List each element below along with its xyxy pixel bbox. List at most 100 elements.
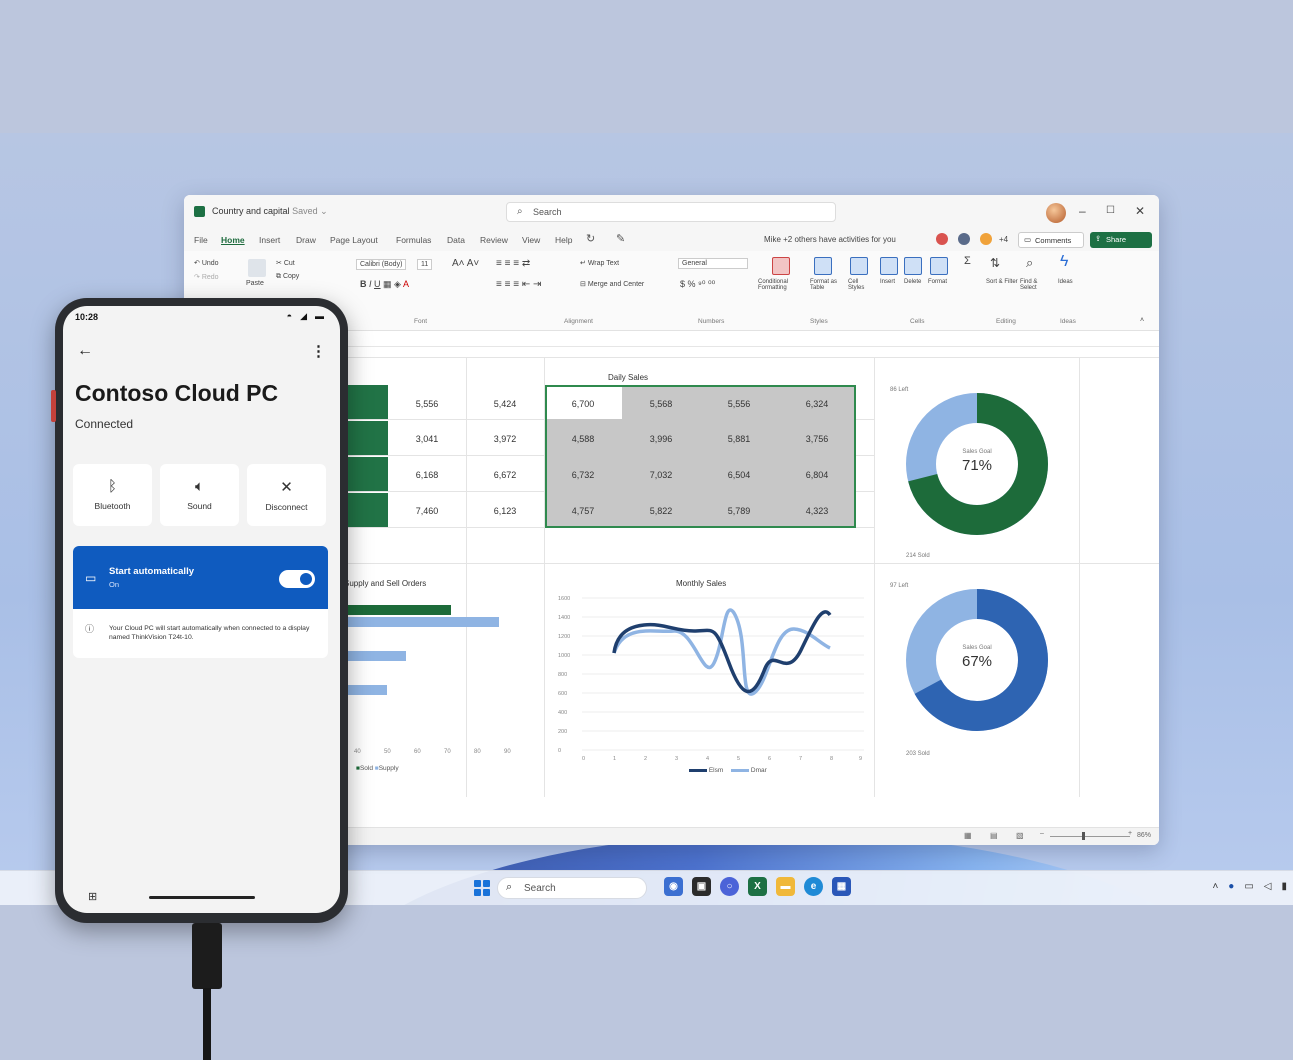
pen-icon[interactable]: ✎ <box>616 232 625 245</box>
number-format-icons[interactable]: $ % ⁹⁰ ⁰⁰ <box>680 279 715 290</box>
page-break-view-icon[interactable]: ▧ <box>1016 831 1024 840</box>
cell-value[interactable]: 4,757 <box>562 506 604 516</box>
merge-center-button[interactable]: ⊟ Merge and Center <box>580 280 644 288</box>
font-style-buttons[interactable]: B I U ▦ ◈ A <box>360 279 409 290</box>
font-size-select[interactable]: 11 <box>417 259 433 270</box>
share-button[interactable]: ⇪ Share <box>1090 232 1152 248</box>
search-box[interactable]: ⌕ Search <box>506 202 836 222</box>
cell-value[interactable]: 6,123 <box>484 506 526 516</box>
start-automatically-toggle[interactable] <box>279 570 315 588</box>
conditional-formatting-label[interactable]: Conditional Formatting <box>758 279 808 291</box>
cell-value[interactable]: 5,424 <box>484 399 526 409</box>
find-select-label[interactable]: Find & Select <box>1020 279 1052 291</box>
cell-styles-label[interactable]: Cell Styles <box>848 279 874 291</box>
sort-filter-label[interactable]: Sort & Filter <box>986 279 1018 285</box>
tab-draw[interactable]: Draw <box>296 235 316 245</box>
copy-button[interactable]: ⧉ Copy <box>276 273 299 281</box>
tab-formulas[interactable]: Formulas <box>396 235 431 245</box>
back-arrow-icon[interactable]: ← <box>77 342 93 360</box>
cell-value[interactable]: 3,041 <box>406 434 448 444</box>
excel-icon[interactable]: X <box>748 877 767 896</box>
ideas-icon[interactable]: ϟ <box>1060 253 1068 271</box>
autosum-icon[interactable]: Σ <box>964 255 971 267</box>
cell-value[interactable]: 6,732 <box>562 470 604 480</box>
normal-view-icon[interactable]: ▦ <box>964 831 972 840</box>
teams-icon[interactable]: ◉ <box>664 877 683 896</box>
ideas-label[interactable]: Ideas <box>1058 279 1073 285</box>
chat-icon[interactable]: ○ <box>720 877 739 896</box>
cell-value[interactable]: 5,568 <box>640 399 682 409</box>
comments-button[interactable]: ▭ Comments <box>1018 232 1084 248</box>
redo-icon[interactable]: ↻ <box>586 232 595 245</box>
tab-view[interactable]: View <box>522 235 540 245</box>
volume-icon[interactable]: ◁ <box>1264 881 1272 892</box>
apps-grid-icon[interactable]: ⊞ <box>88 890 97 903</box>
cell-value[interactable]: 4,588 <box>562 434 604 444</box>
chevron-up-icon[interactable]: ˄ <box>1212 881 1218 892</box>
cell-value[interactable]: 3,756 <box>796 434 838 444</box>
format-cells-icon[interactable] <box>930 257 948 275</box>
tab-review[interactable]: Review <box>480 235 508 245</box>
cell-value[interactable]: 5,881 <box>718 434 760 444</box>
cell-value[interactable]: 7,032 <box>640 470 682 480</box>
page-layout-view-icon[interactable]: ▤ <box>990 831 998 840</box>
highlighted-cell[interactable] <box>346 421 388 455</box>
cell-value[interactable]: 3,996 <box>640 434 682 444</box>
alignment-icons[interactable]: ≡ ≡ ≡ ⇄ <box>496 258 530 269</box>
document-title[interactable]: Country and capital Saved ⌄ <box>212 206 328 217</box>
delete-cells-icon[interactable] <box>904 257 922 275</box>
cell-value[interactable]: 6,168 <box>406 470 448 480</box>
conditional-formatting-icon[interactable] <box>772 257 790 275</box>
taskbar-search[interactable]: ⌕ Search <box>497 877 647 899</box>
cell-value[interactable]: 6,324 <box>796 399 838 409</box>
store-icon[interactable]: ▦ <box>832 877 851 896</box>
highlighted-cell[interactable] <box>346 385 388 419</box>
zoom-out-icon[interactable]: – <box>1040 830 1044 837</box>
format-as-table-label[interactable]: Format as Table <box>810 279 844 291</box>
tab-insert[interactable]: Insert <box>259 235 280 245</box>
disconnect-button[interactable]: ✕ Disconnect <box>247 464 326 526</box>
sort-filter-icon[interactable]: ⇅ <box>990 256 1000 270</box>
cell-value[interactable]: 6,504 <box>718 470 760 480</box>
collaborator-avatar[interactable] <box>936 233 948 245</box>
insert-cells-label[interactable]: Insert <box>880 279 895 285</box>
collaborator-avatar[interactable] <box>958 233 970 245</box>
delete-cells-label[interactable]: Delete <box>904 279 921 285</box>
cell-value[interactable]: 5,556 <box>718 399 760 409</box>
user-avatar[interactable] <box>1046 203 1066 223</box>
cell-value[interactable]: 6,804 <box>796 470 838 480</box>
cell-value[interactable]: 5,789 <box>718 506 760 516</box>
edge-icon[interactable]: e <box>804 877 823 896</box>
cell-value[interactable]: 5,556 <box>406 399 448 409</box>
paste-label[interactable]: Paste <box>246 280 264 287</box>
close-icon[interactable]: ✕ <box>1135 204 1145 218</box>
redo-button[interactable]: ↷ Redo <box>194 273 219 281</box>
battery-icon[interactable]: ▮ <box>1281 881 1287 892</box>
more-options-icon[interactable]: ⋮ <box>311 342 326 360</box>
cell-value[interactable]: 6,672 <box>484 470 526 480</box>
format-cells-label[interactable]: Format <box>928 279 947 285</box>
zoom-level[interactable]: 86% <box>1137 832 1151 839</box>
zoom-slider[interactable] <box>1050 836 1130 837</box>
zoom-in-icon[interactable]: + <box>1128 830 1132 837</box>
cell-value[interactable]: 4,323 <box>796 506 838 516</box>
tab-page-layout[interactable]: Page Layout <box>330 235 378 245</box>
gesture-nav-bar[interactable] <box>149 896 255 899</box>
sound-button[interactable]: 🔈︎ Sound <box>160 464 239 526</box>
file-explorer-icon[interactable]: ▬ <box>776 877 795 896</box>
network-icon[interactable]: ▭ <box>1244 881 1253 892</box>
cell-value[interactable]: 3,972 <box>484 434 526 444</box>
collaborator-avatar[interactable] <box>980 233 992 245</box>
find-select-icon[interactable]: ⌕ <box>1026 255 1033 271</box>
cell-value[interactable]: 5,822 <box>640 506 682 516</box>
font-grow-icon[interactable]: A˄ A˅ <box>452 258 479 269</box>
alignment-icons-2[interactable]: ≡ ≡ ≡ ⇤ ⇥ <box>496 279 541 290</box>
insert-cells-icon[interactable] <box>880 257 898 275</box>
tab-file[interactable]: File <box>194 235 208 245</box>
highlighted-cell[interactable] <box>346 457 388 491</box>
tab-home[interactable]: Home <box>221 235 245 245</box>
highlighted-cell[interactable] <box>346 493 388 527</box>
zoom-slider-thumb[interactable] <box>1082 832 1085 840</box>
wrap-text-button[interactable]: ↵ Wrap Text <box>580 259 619 267</box>
cell-value[interactable]: 6,700 <box>562 399 604 409</box>
